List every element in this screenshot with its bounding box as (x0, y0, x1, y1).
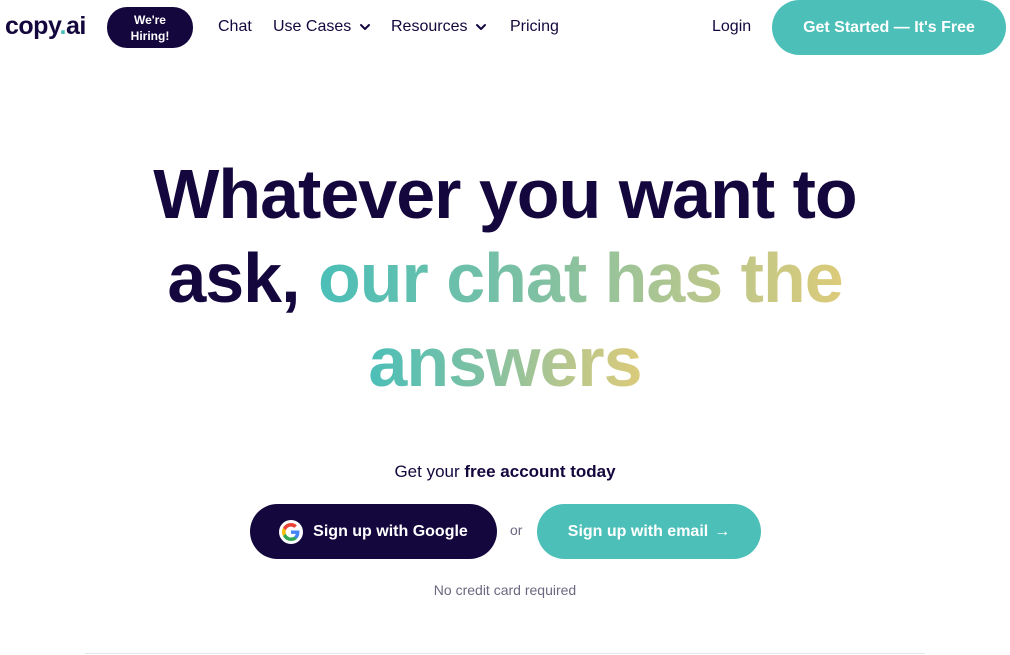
arrow-right-icon: → (714, 522, 731, 540)
nav-pricing-link[interactable]: Pricing (510, 17, 559, 37)
no-credit-card-note: No credit card required (433, 582, 577, 598)
google-icon (279, 519, 304, 544)
google-button-label: Sign up with Google (313, 522, 468, 540)
nav-use-cases-dropdown[interactable]: Use Cases (273, 17, 372, 37)
or-separator: or (510, 522, 523, 538)
subline-prefix: Get your (394, 462, 460, 481)
nav-resources-dropdown[interactable]: Resources (391, 17, 488, 37)
headline-dark-ask: ask, (167, 239, 300, 317)
get-started-button[interactable]: Get Started — It's Free (772, 0, 1006, 55)
nav-chat-link[interactable]: Chat (218, 17, 252, 37)
hiring-badge-line1: We're (134, 12, 166, 27)
free-account-subline: Get your free account today (0, 461, 1010, 483)
nav-resources-label: Resources (391, 18, 468, 35)
sign-up-google-button[interactable]: Sign up with Google (250, 504, 497, 559)
top-nav: copy.ai We're Hiring! Chat Use Cases Res… (0, 0, 1010, 56)
nav-pricing-label: Pricing (510, 18, 559, 35)
chevron-down-icon (476, 24, 487, 30)
section-divider (85, 653, 925, 654)
chevron-down-icon (360, 24, 371, 30)
hero-headline: Whatever you want to ask, our chat has t… (100, 152, 910, 404)
headline-gradient-line3: answers (368, 323, 642, 401)
logo-text-main: copy (5, 12, 60, 40)
headline-dark-line1: Whatever you want to (153, 155, 857, 233)
hiring-badge[interactable]: We're Hiring! (107, 7, 193, 48)
email-button-label: Sign up with email (567, 522, 709, 540)
copyai-logo[interactable]: copy.ai (5, 11, 86, 41)
nav-use-cases-label: Use Cases (273, 18, 352, 35)
page: copy.ai We're Hiring! Chat Use Cases Res… (0, 0, 1010, 655)
subline-bold: free account today (464, 462, 616, 481)
headline-gradient-line2: our chat has the (318, 239, 844, 317)
logo-text-suffix: ai (65, 12, 86, 40)
login-link[interactable]: Login (712, 17, 751, 37)
sign-up-email-button[interactable]: Sign up with email → (537, 504, 761, 559)
nav-chat-label: Chat (218, 18, 252, 35)
hiring-badge-line2: Hiring! (130, 28, 170, 43)
